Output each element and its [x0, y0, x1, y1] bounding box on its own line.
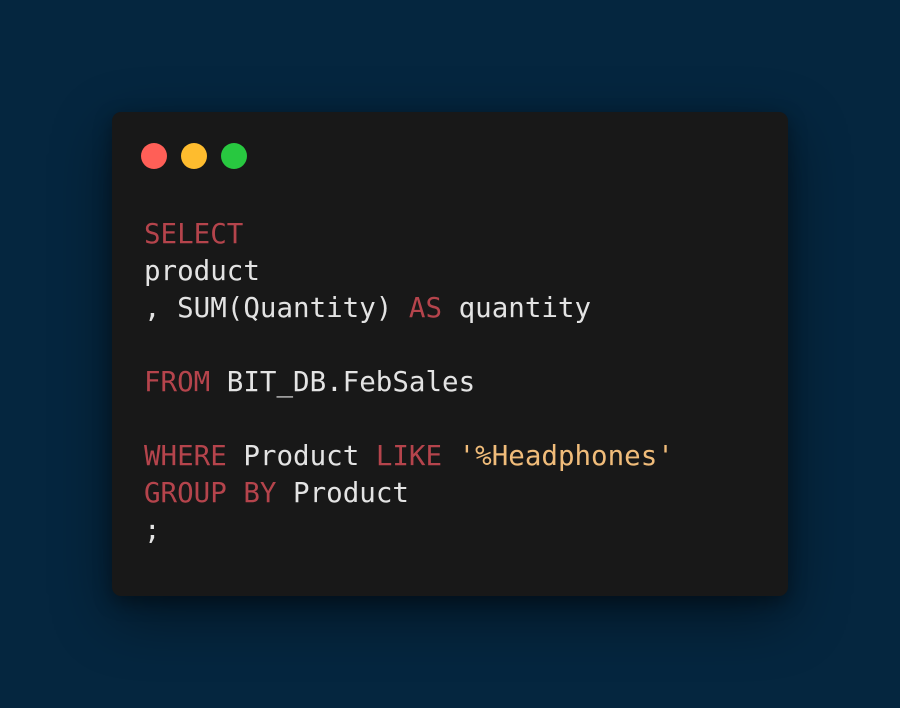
minimize-button[interactable] [181, 143, 207, 169]
keyword-as: AS [408, 292, 443, 324]
keyword-select: SELECT [144, 218, 244, 250]
keyword-by: BY [243, 477, 277, 509]
code-window: SELECT product, SUM(Quantity) AS quantity… [112, 112, 788, 596]
keyword-like: LIKE [375, 440, 443, 472]
code-line-3: , SUM(Quantity) AS quantity [144, 290, 674, 327]
code-line-8: GROUP BY Product [144, 475, 674, 512]
window-controls [141, 143, 247, 169]
code-line-1: SELECT [144, 216, 674, 253]
code-line-9: ; [144, 512, 674, 549]
table-name: BIT_DB.FebSales [210, 366, 476, 398]
code-line-2: product [144, 253, 674, 290]
keyword-from: FROM [144, 366, 211, 398]
string-literal: '%Headphones' [458, 440, 674, 472]
maximize-button[interactable] [221, 143, 247, 169]
semicolon: ; [144, 514, 161, 546]
close-button[interactable] [141, 143, 167, 169]
code-line-7: WHERE Product LIKE '%Headphones' [144, 438, 674, 475]
keyword-where: WHERE [144, 440, 227, 472]
code-line-6-empty [144, 401, 674, 438]
where-column: Product [226, 440, 376, 472]
sum-expression: , SUM(Quantity) [144, 292, 409, 324]
keyword-group: GROUP [144, 477, 227, 509]
identifier-product: product [144, 255, 260, 287]
code-block: SELECT product, SUM(Quantity) AS quantity… [144, 216, 674, 549]
group-column: Product [276, 477, 409, 509]
code-line-4-empty [144, 327, 674, 364]
alias-quantity: quantity [442, 292, 592, 324]
code-line-5: FROM BIT_DB.FebSales [144, 364, 674, 401]
